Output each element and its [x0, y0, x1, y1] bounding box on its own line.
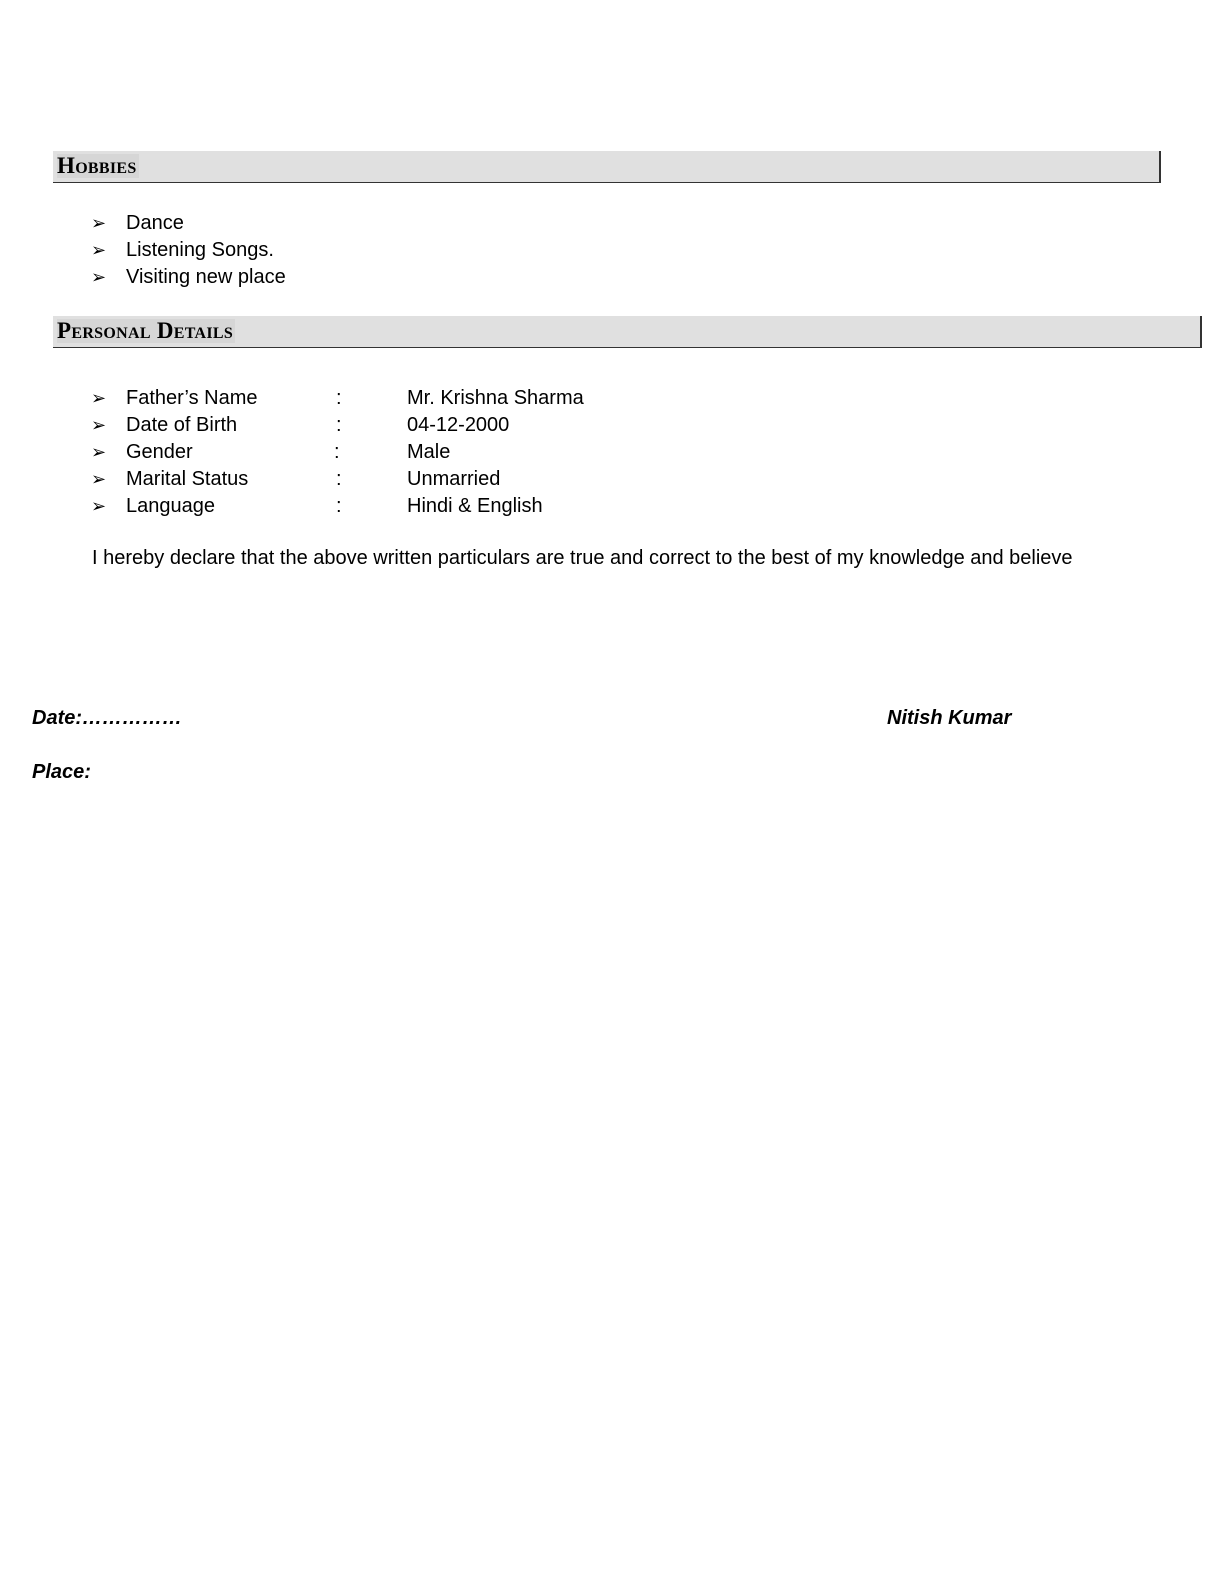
detail-value: Male — [407, 441, 451, 463]
signature-name: Nitish Kumar — [887, 707, 1012, 729]
arrow-bullet-icon: ➢ — [91, 240, 107, 260]
detail-value: Unmarried — [407, 468, 501, 490]
declaration-text: I hereby declare that the above written … — [92, 547, 1073, 569]
detail-label: Father’s Name — [126, 387, 258, 409]
hobby-item: Listening Songs. — [126, 239, 274, 261]
detail-value: 04-12-2000 — [407, 414, 510, 436]
arrow-bullet-icon: ➢ — [91, 415, 107, 435]
detail-colon: : — [336, 387, 342, 409]
detail-colon: : — [334, 441, 340, 463]
personal-details-title: Personal Details — [57, 318, 236, 343]
place-line: Place: — [32, 761, 91, 783]
date-line: Date:…………… — [32, 707, 183, 729]
hobby-item: Visiting new place — [126, 266, 286, 288]
hobby-item: Dance — [126, 212, 184, 234]
arrow-bullet-icon: ➢ — [91, 267, 107, 287]
detail-label: Date of Birth — [126, 414, 238, 436]
detail-value: Mr. Krishna Sharma — [407, 387, 584, 409]
detail-label: Language — [126, 495, 215, 517]
detail-label: Marital Status — [126, 468, 249, 490]
detail-label: Gender — [126, 441, 193, 463]
detail-colon: : — [336, 495, 342, 517]
hobbies-section-header: Hobbies — [53, 151, 1161, 183]
hobbies-title: Hobbies — [57, 153, 139, 178]
arrow-bullet-icon: ➢ — [91, 442, 107, 462]
arrow-bullet-icon: ➢ — [91, 213, 107, 233]
personal-details-section-header: Personal Details — [53, 316, 1202, 348]
arrow-bullet-icon: ➢ — [91, 496, 107, 516]
detail-colon: : — [336, 468, 342, 490]
detail-value: Hindi & English — [407, 495, 543, 517]
arrow-bullet-icon: ➢ — [91, 388, 107, 408]
detail-colon: : — [336, 414, 342, 436]
arrow-bullet-icon: ➢ — [91, 469, 107, 489]
